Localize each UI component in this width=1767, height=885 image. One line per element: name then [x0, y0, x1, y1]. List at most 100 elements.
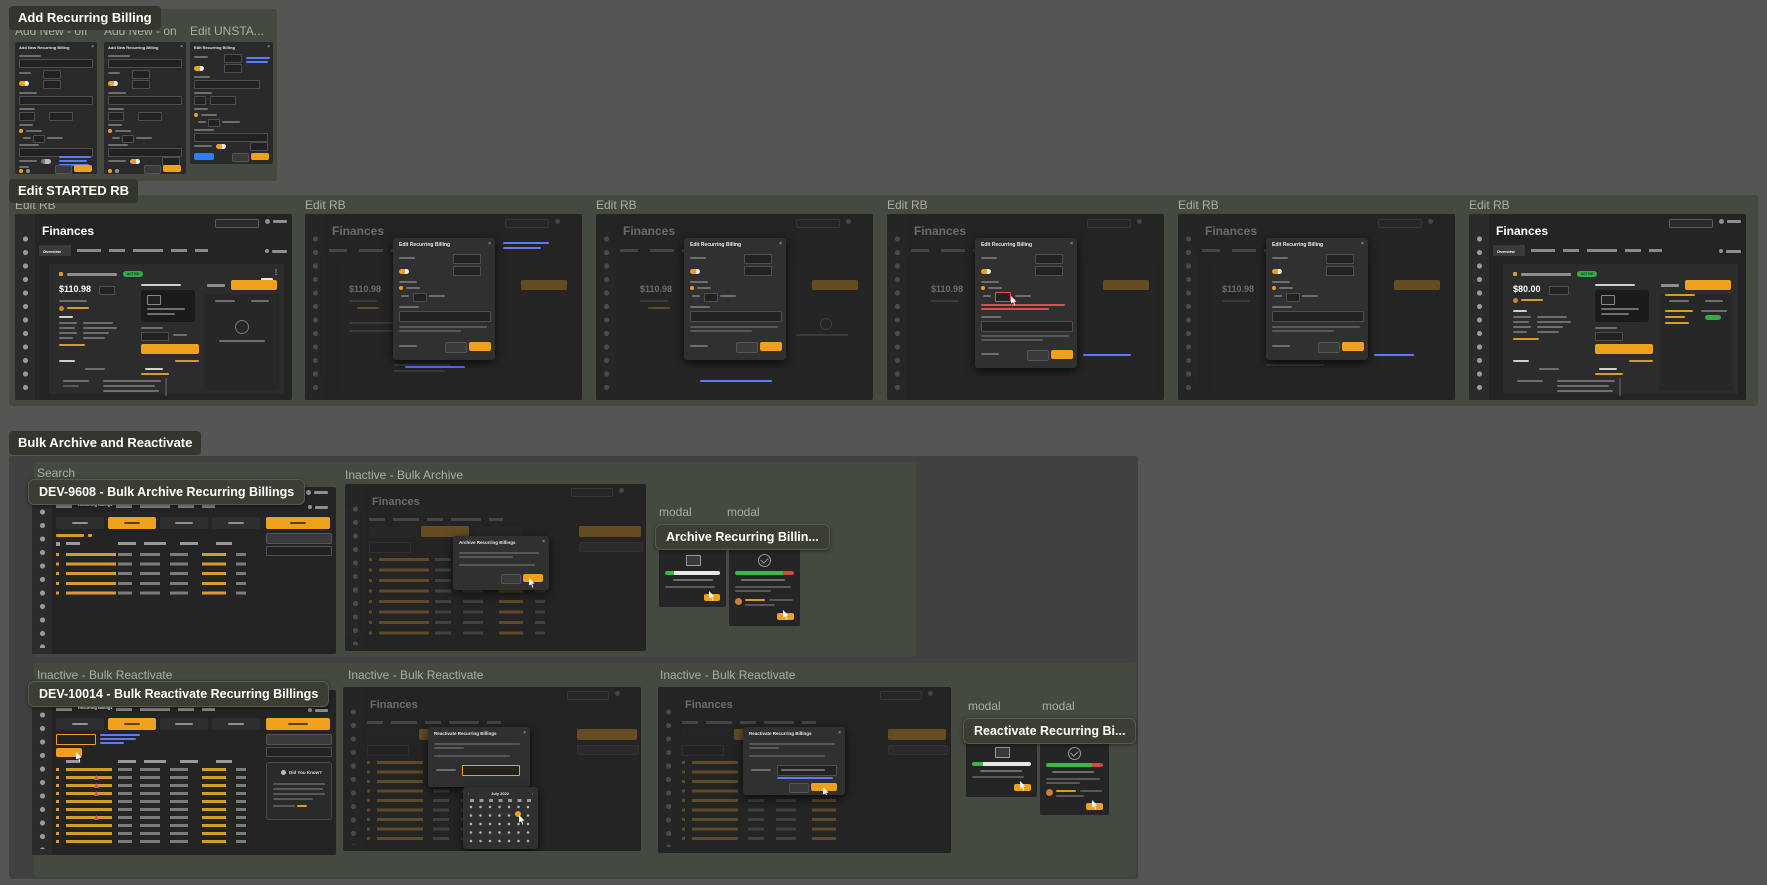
invoice-row-link[interactable]	[1665, 310, 1693, 312]
section-label-bulk[interactable]: Bulk Archive and Reactivate	[9, 431, 201, 455]
frame-title-inactive-bulk-reactivate-3[interactable]: Inactive - Bulk Reactivate	[660, 668, 795, 682]
frame-search-bulk-archive[interactable]: Recurring Billings	[32, 487, 336, 654]
frame-edit-rb-2[interactable]: Finances $110.98 Edit Recurring Billing …	[305, 214, 582, 400]
radio-selected[interactable]	[19, 129, 23, 133]
close-icon[interactable]: ×	[1070, 242, 1073, 247]
day-grid[interactable]	[469, 805, 533, 845]
freq-select[interactable]	[108, 112, 124, 121]
frame-title-modal-1[interactable]: modal	[659, 505, 692, 519]
toggle-off[interactable]	[41, 159, 51, 164]
cancel-button[interactable]	[1027, 350, 1049, 361]
history-tab[interactable]	[1705, 300, 1723, 302]
radio-selected[interactable]	[194, 113, 198, 117]
status-tab-active[interactable]	[56, 718, 104, 730]
start-date-input[interactable]	[108, 96, 182, 105]
cancel-button[interactable]	[55, 165, 72, 174]
close-icon[interactable]: ×	[838, 731, 841, 736]
auto-pay-input[interactable]	[250, 142, 268, 151]
close-icon[interactable]: ×	[488, 242, 491, 247]
reactivate-button-top[interactable]	[266, 718, 330, 730]
avatar[interactable]	[1719, 219, 1724, 224]
toggle-on[interactable]	[19, 81, 29, 86]
frame-title-modal-4[interactable]: modal	[1042, 699, 1075, 713]
activity-tab[interactable]	[1599, 368, 1617, 370]
value-input[interactable]	[224, 64, 242, 73]
radio-selected[interactable]	[108, 129, 112, 133]
customer-link[interactable]	[67, 307, 89, 309]
applicable-select[interactable]	[141, 332, 169, 341]
frame-edit-unstarted[interactable]: Edit Recurring Billing ×	[190, 42, 273, 164]
section-label-add-recurring-billing[interactable]: Add Recurring Billing	[9, 6, 161, 30]
cancel-button[interactable]	[736, 342, 758, 353]
comments-tab[interactable]	[85, 368, 105, 370]
frame-title-inactive-bulk-reactivate-2[interactable]: Inactive - Bulk Reactivate	[348, 668, 483, 682]
start-date-input[interactable]	[19, 96, 93, 105]
invoice-theme-select[interactable]	[399, 311, 491, 322]
save-button[interactable]	[1051, 350, 1073, 359]
toggle-on[interactable]	[194, 66, 204, 71]
frame-reactivate-confirm[interactable]: Finances Reactivate Recurring Billings ×	[658, 687, 951, 853]
value-input[interactable]	[43, 80, 61, 89]
frame-edit-rb-3[interactable]: Finances $110.98 Edit Recurring Billing …	[596, 214, 873, 400]
gear-icon[interactable]	[308, 505, 312, 509]
frame-edit-rb-5[interactable]: Finances $110.98 Edit Recurring Billing …	[1178, 214, 1455, 400]
tab-bar[interactable]	[116, 708, 256, 712]
here-link[interactable]	[297, 805, 307, 807]
table-search-input[interactable]	[266, 747, 332, 757]
save-button[interactable]	[760, 342, 782, 351]
toggle-on[interactable]	[108, 81, 118, 86]
kebab-icon[interactable]: ⋮	[273, 269, 279, 276]
toggle-on[interactable]	[130, 159, 140, 164]
activity-tab[interactable]	[145, 368, 163, 370]
toast-user-link[interactable]	[745, 599, 765, 601]
close-icon[interactable]: ×	[180, 45, 183, 50]
frame-title-modal-2[interactable]: modal	[727, 505, 760, 519]
upcoming-tab[interactable]	[1669, 300, 1689, 302]
section-label-edit-started-rb[interactable]: Edit STARTED RB	[9, 179, 138, 203]
upcoming-tab[interactable]	[215, 300, 235, 302]
unarchive-button[interactable]	[194, 153, 214, 160]
freq-unit-select[interactable]	[138, 112, 162, 121]
amount-input[interactable]	[453, 254, 481, 264]
invoice-theme-select[interactable]	[108, 148, 182, 157]
frame-archive-progress-modal[interactable]	[659, 549, 726, 607]
chevron-down-icon[interactable]	[88, 534, 92, 537]
clear-date-link[interactable]	[777, 777, 833, 779]
cancel-button[interactable]	[445, 342, 467, 353]
customer-avatar[interactable]	[59, 306, 64, 311]
search-input[interactable]	[215, 219, 259, 228]
see-changes-link[interactable]	[175, 360, 199, 362]
gear-icon[interactable]	[265, 249, 269, 253]
save-button[interactable]	[74, 165, 92, 172]
gear-icon[interactable]	[1719, 249, 1723, 253]
sidebar-icons[interactable]	[21, 234, 30, 394]
back-icon[interactable]	[1513, 272, 1517, 276]
scrollbar[interactable]	[1619, 378, 1621, 396]
close-icon[interactable]: ×	[1361, 242, 1364, 247]
frame-add-new-on[interactable]: Add New Recurring Billing ×	[104, 42, 186, 174]
table-search-input[interactable]	[266, 546, 332, 556]
comments-tab[interactable]	[1539, 368, 1559, 370]
frame-reactivate-datepicker[interactable]: Finances Reactivate Recurring Billings ×…	[343, 687, 641, 851]
status-tab-completed[interactable]	[160, 718, 208, 730]
amount-input[interactable]	[43, 70, 61, 79]
show-all-link[interactable]	[56, 534, 84, 537]
active-radio[interactable]	[108, 169, 112, 173]
frame-title-modal-3[interactable]: modal	[968, 699, 1001, 713]
prev-month-icon[interactable]: ‹	[468, 791, 469, 796]
frame-title-search[interactable]: Search	[37, 466, 75, 480]
invoice-theme-select[interactable]	[194, 133, 268, 142]
freq-unit-select[interactable]	[210, 96, 236, 105]
freq-select[interactable]	[19, 112, 35, 121]
close-icon[interactable]: ×	[542, 540, 545, 545]
selected-day[interactable]	[515, 811, 521, 817]
invoice-row-link[interactable]	[1665, 316, 1685, 318]
frame-edit-rb-6[interactable]: Finances Overview ACTIVE $80.00	[1469, 214, 1746, 400]
close-icon[interactable]: ×	[779, 242, 782, 247]
avatar[interactable]	[306, 490, 311, 495]
frame-edit-rb-4[interactable]: Finances $110.98 Edit Recurring Billing …	[887, 214, 1164, 400]
scrollbar[interactable]	[165, 378, 167, 396]
history-tab[interactable]	[251, 300, 269, 302]
amount-input[interactable]	[224, 54, 242, 63]
table-rows[interactable]	[56, 553, 266, 601]
